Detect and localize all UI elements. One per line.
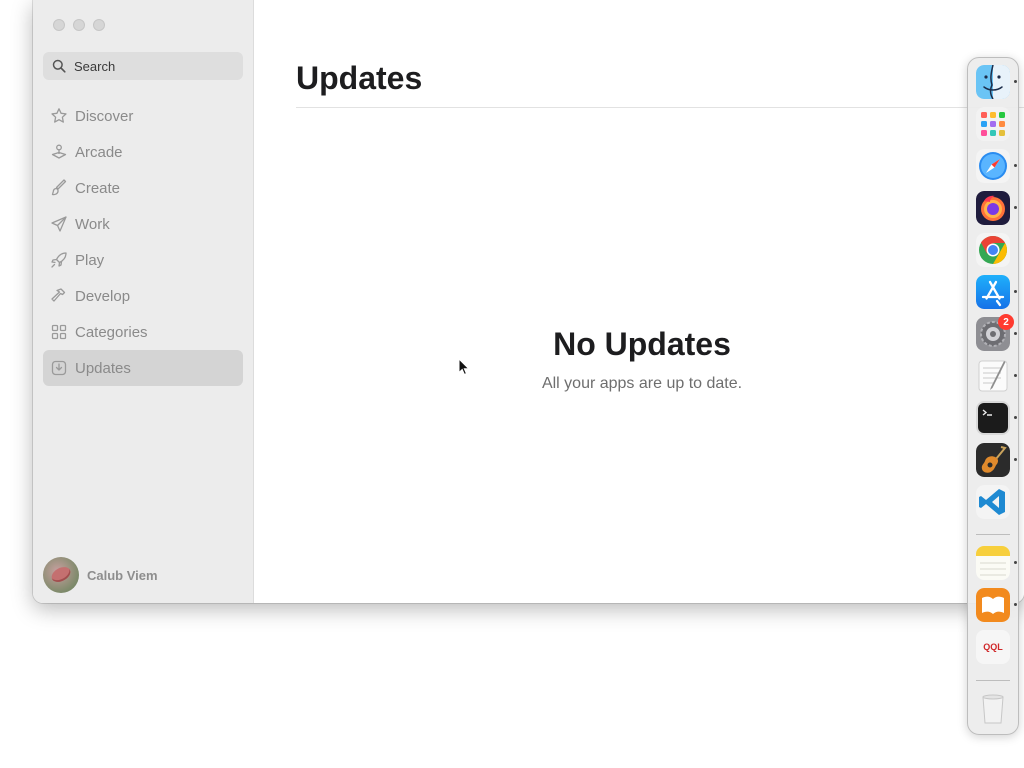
sidebar-item-label: Discover: [75, 107, 134, 125]
main-content: Updates No Updates All your apps are up …: [254, 0, 1024, 603]
sidebar-item-label: Categories: [75, 323, 148, 341]
window-controls: [53, 19, 105, 31]
running-indicator: [1014, 374, 1017, 377]
sidebar-item-categories[interactable]: Categories: [43, 314, 243, 350]
avatar: [43, 557, 79, 593]
sidebar-item-label: Develop: [75, 287, 131, 305]
dock: 2 QQL: [967, 57, 1019, 735]
download-icon: [51, 360, 67, 376]
sidebar-nav: Discover Arcade Create Work Play Develop: [43, 98, 243, 386]
search-field[interactable]: [43, 52, 243, 80]
paintbrush-icon: [51, 179, 67, 196]
empty-state-subtitle: All your apps are up to date.: [541, 375, 743, 392]
dock-separator: [976, 680, 1010, 681]
safari-icon[interactable]: [976, 149, 1010, 183]
search-icon: [52, 59, 66, 73]
empty-state-title: No Updates: [553, 326, 731, 362]
dock-separator: [976, 534, 1010, 535]
sidebar-item-label: Updates: [75, 359, 131, 377]
running-indicator: [1014, 164, 1017, 167]
search-input[interactable]: [74, 58, 234, 74]
grid-icon: [51, 324, 67, 340]
rocket-icon: [51, 252, 67, 268]
chrome-icon[interactable]: [976, 233, 1010, 267]
running-indicator: [1014, 206, 1017, 209]
vscode-icon[interactable]: [976, 485, 1010, 519]
finder-icon[interactable]: [976, 65, 1010, 99]
close-button[interactable]: [53, 19, 65, 31]
trash-icon[interactable]: [976, 692, 1010, 726]
sidebar: Discover Arcade Create Work Play Develop: [33, 0, 254, 603]
app-store-window: Discover Arcade Create Work Play Develop: [33, 0, 1024, 603]
sidebar-item-develop[interactable]: Develop: [43, 278, 243, 314]
sidebar-item-discover[interactable]: Discover: [43, 98, 243, 134]
app-store-icon[interactable]: [976, 275, 1010, 309]
running-indicator: [1014, 80, 1017, 83]
sidebar-item-updates[interactable]: Updates: [43, 350, 243, 386]
sidebar-item-label: Play: [75, 251, 105, 269]
qql-label: QQL: [983, 642, 1003, 652]
star-icon: [51, 108, 67, 123]
running-indicator: [1014, 458, 1017, 461]
qql-icon[interactable]: QQL: [976, 630, 1010, 664]
sidebar-item-label: Work: [75, 215, 110, 233]
running-indicator: [1014, 290, 1017, 293]
running-indicator: [1014, 561, 1017, 564]
sidebar-item-arcade[interactable]: Arcade: [43, 134, 243, 170]
page-title: Updates: [296, 60, 423, 96]
terminal-icon[interactable]: [976, 401, 1010, 435]
running-indicator: [1014, 603, 1017, 606]
paperplane-icon: [51, 216, 67, 232]
firefox-icon[interactable]: [976, 191, 1010, 225]
sidebar-item-label: Create: [75, 179, 121, 197]
sidebar-item-create[interactable]: Create: [43, 170, 243, 206]
minimize-button[interactable]: [73, 19, 85, 31]
running-indicator: [1014, 416, 1017, 419]
zoom-button[interactable]: [93, 19, 105, 31]
notes-icon[interactable]: [976, 546, 1010, 580]
joystick-icon: [51, 144, 67, 159]
title-divider: [296, 107, 1024, 108]
profile-name: Calub Viem: [87, 567, 158, 583]
mouse-cursor-icon: [458, 358, 469, 376]
notification-badge: 2: [998, 314, 1014, 330]
launchpad-icon[interactable]: [976, 107, 1010, 141]
sidebar-item-work[interactable]: Work: [43, 206, 243, 242]
textedit-icon[interactable]: [976, 359, 1010, 393]
hammer-icon: [51, 288, 66, 302]
running-indicator: [1014, 332, 1017, 335]
sidebar-item-play[interactable]: Play: [43, 242, 243, 278]
sidebar-item-label: Arcade: [75, 143, 123, 161]
books-icon[interactable]: [976, 588, 1010, 622]
account-profile[interactable]: Calub Viem: [43, 557, 158, 593]
garageband-icon[interactable]: [976, 443, 1010, 477]
